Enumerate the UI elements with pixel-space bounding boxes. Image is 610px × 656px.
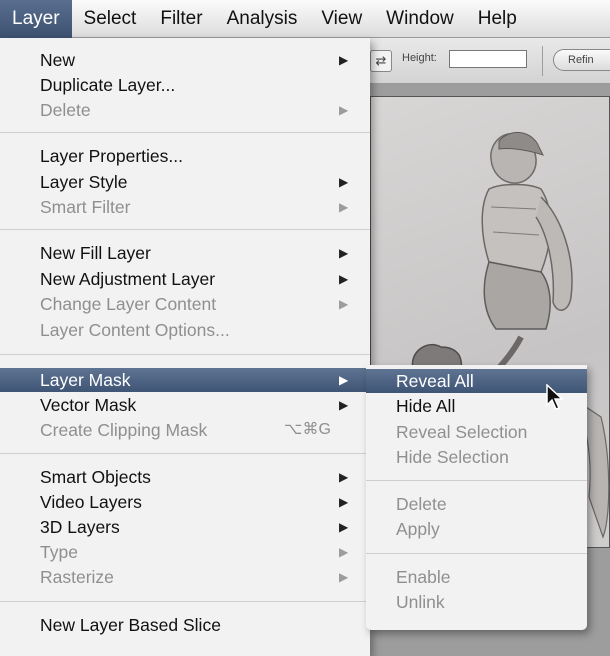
submenu-item-apply[interactable]: Apply [366,517,587,541]
menu-item-duplicate-layer[interactable]: Duplicate Layer... [0,73,370,97]
menu-separator [0,453,370,454]
menu-separator [366,553,587,554]
submenu-arrow-icon: ▶ [339,200,349,214]
menu-item-label: Layer Style [40,172,128,192]
submenu-arrow-icon: ▶ [339,495,349,509]
submenu-arrow-icon: ▶ [339,246,349,260]
refine-edge-button[interactable]: Refin [553,49,610,71]
submenu-arrow-icon: ▶ [339,53,349,67]
menu-item-label: Video Layers [40,492,142,512]
menu-item-label: New Fill Layer [40,243,151,263]
menu-item-vector-mask[interactable]: Vector Mask ▶ [0,393,370,417]
submenu-item-hide-selection[interactable]: Hide Selection [366,445,587,469]
menu-separator [0,132,370,133]
menu-item-label: New [40,50,76,70]
menu-filter[interactable]: Filter [148,0,214,38]
menu-item-label: Change Layer Content [40,294,217,314]
menu-item-label: Layer Mask [40,370,131,390]
menu-item-create-clipping-mask[interactable]: Create Clipping Mask ⌥⌘G [0,418,370,442]
menu-item-label: Type [40,542,78,562]
swap-arrows-icon[interactable]: ⇄ [370,50,392,72]
menu-separator [0,601,370,602]
submenu-arrow-icon: ▶ [339,545,349,559]
menu-item-label: Vector Mask [40,395,137,415]
menu-item-change-layer-content[interactable]: Change Layer Content ▶ [0,292,370,316]
menu-item-label: Smart Filter [40,197,131,217]
menu-item-type[interactable]: Type ▶ [0,540,370,564]
menu-item-layer-properties[interactable]: Layer Properties... [0,144,370,168]
submenu-arrow-icon: ▶ [339,398,349,412]
menu-analysis[interactable]: Analysis [215,0,310,38]
menu-item-label: New Adjustment Layer [40,269,216,289]
submenu-item-reveal-selection[interactable]: Reveal Selection [366,420,587,444]
menu-item-label: Layer Properties... [40,146,183,166]
menu-select[interactable]: Select [72,0,149,38]
menu-help[interactable]: Help [466,0,529,38]
submenu-arrow-icon: ▶ [339,373,349,387]
submenu-arrow-icon: ▶ [339,570,349,584]
menu-layer[interactable]: Layer [0,0,72,38]
menu-item-delete[interactable]: Delete ▶ [0,98,370,122]
menu-item-new[interactable]: New ▶ [0,48,370,72]
menu-item-label: Create Clipping Mask [40,420,208,440]
menu-item-label: 3D Layers [40,517,120,537]
menu-separator [366,480,587,481]
layer-dropdown-menu: New ▶ Duplicate Layer... Delete ▶ Layer … [0,38,370,656]
menu-item-label: Rasterize [40,567,114,587]
submenu-arrow-icon: ▶ [339,520,349,534]
submenu-arrow-icon: ▶ [339,272,349,286]
submenu-item-enable[interactable]: Enable [366,565,587,589]
submenu-arrow-icon: ▶ [339,175,349,189]
menu-item-new-layer-based-slice[interactable]: New Layer Based Slice [0,613,370,637]
submenu-arrow-icon: ▶ [339,470,349,484]
menu-item-label: Layer Content Options... [40,320,230,340]
menu-item-label: Smart Objects [40,467,151,487]
menu-window[interactable]: Window [374,0,466,38]
menu-item-new-fill-layer[interactable]: New Fill Layer ▶ [0,241,370,265]
keyboard-shortcut: ⌥⌘G [284,421,331,438]
menu-view[interactable]: View [309,0,374,38]
menu-item-layer-content-options[interactable]: Layer Content Options... [0,318,370,342]
menu-item-3d-layers[interactable]: 3D Layers ▶ [0,515,370,539]
submenu-item-delete[interactable]: Delete [366,492,587,516]
menu-bar: Layer Select Filter Analysis View Window… [0,0,610,38]
menu-item-layer-mask[interactable]: Layer Mask ▶ [0,368,370,392]
toolbar-divider [542,46,543,76]
submenu-arrow-icon: ▶ [339,297,349,311]
mouse-pointer-icon [546,384,564,410]
menu-item-layer-style[interactable]: Layer Style ▶ [0,170,370,194]
menu-separator [0,354,370,355]
height-label: Height: [402,52,437,64]
menu-separator [0,229,370,230]
menu-item-label: Delete [40,100,91,120]
menu-item-smart-objects[interactable]: Smart Objects ▶ [0,465,370,489]
height-input[interactable] [449,50,527,68]
menu-item-video-layers[interactable]: Video Layers ▶ [0,490,370,514]
menu-item-new-adjustment-layer[interactable]: New Adjustment Layer ▶ [0,267,370,291]
submenu-arrow-icon: ▶ [339,103,349,117]
menu-item-label: New Layer Based Slice [40,615,221,635]
menu-item-label: Duplicate Layer... [40,75,176,95]
menu-item-smart-filter[interactable]: Smart Filter ▶ [0,195,370,219]
submenu-item-unlink[interactable]: Unlink [366,590,587,614]
menu-item-rasterize[interactable]: Rasterize ▶ [0,565,370,589]
